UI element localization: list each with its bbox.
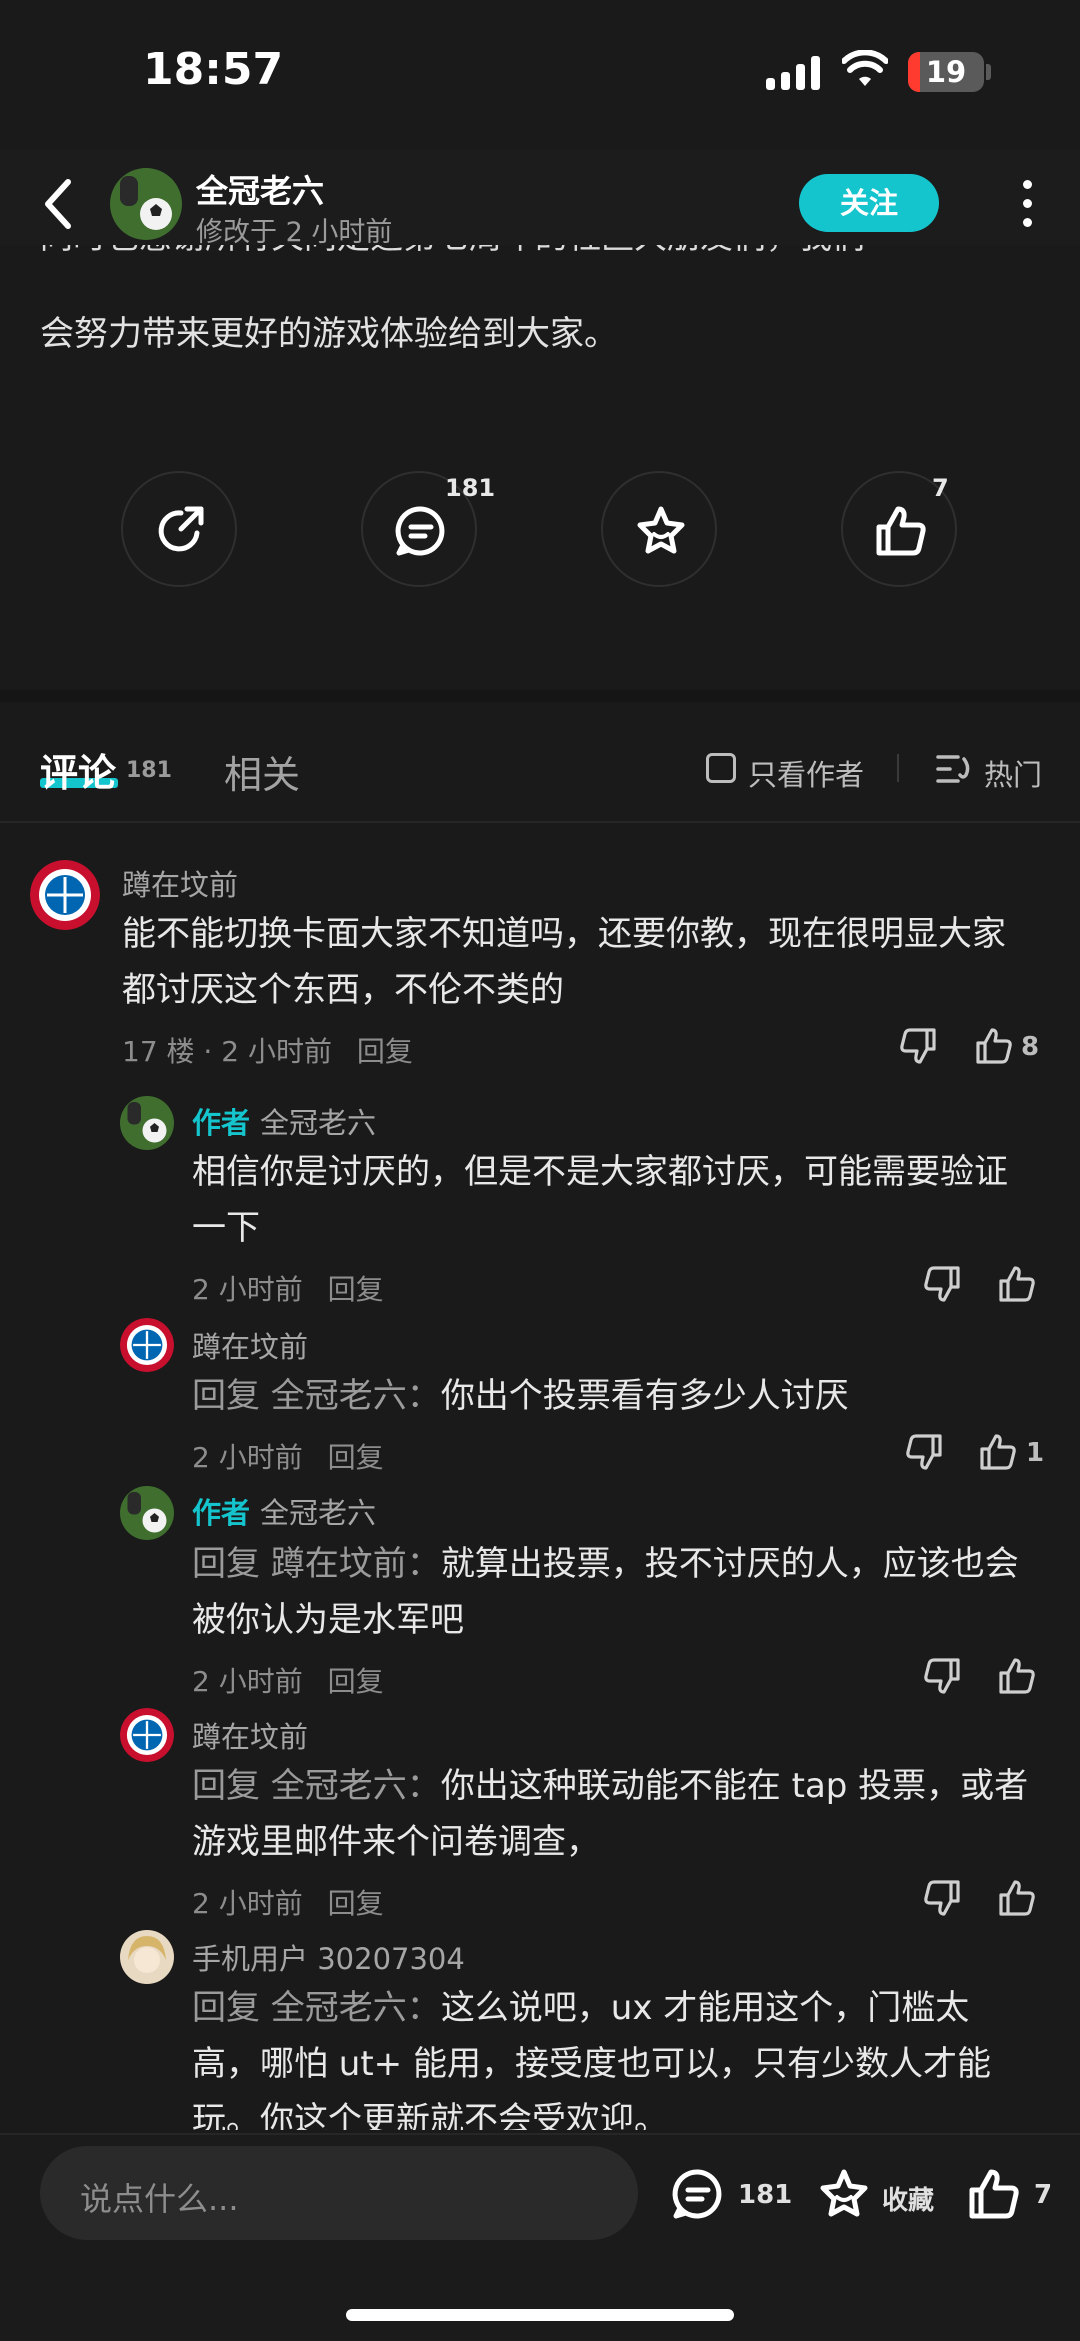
reply-prefix[interactable]: 回复 全冠老六： <box>192 1988 441 2028</box>
reply-avatar[interactable] <box>120 1708 174 1762</box>
tab-comments-count: 181 <box>126 758 172 783</box>
reply-text: 回复 蹲在坟前：就算出投票，投不讨厌的人，应该也会 被你认为是水军吧 <box>192 1544 1019 1640</box>
thumbs-up-icon[interactable] <box>997 1656 1037 1696</box>
tab-related[interactable]: 相关 <box>224 744 300 799</box>
sort-hot-label[interactable]: 热门 <box>984 752 1042 794</box>
comment-icon[interactable] <box>670 2166 726 2222</box>
reply-name[interactable]: 作者 全冠老六 <box>192 1490 376 1532</box>
thumbs-up-icon[interactable] <box>978 1432 1018 1472</box>
reply-prefix[interactable]: 回复 全冠老六： <box>192 1376 441 1416</box>
reply-meta: 2 小时前 回复 <box>192 1665 384 1698</box>
tabs-divider <box>0 821 1080 823</box>
commenter-avatar[interactable] <box>30 860 100 930</box>
thumbs-up-icon[interactable] <box>997 1264 1037 1304</box>
reply-link[interactable]: 回复 <box>328 1887 384 1920</box>
share-button[interactable] <box>121 471 237 587</box>
reply-meta: 2 小时前 回复 <box>192 1273 384 1306</box>
bottom-like-count: 7 <box>1034 2180 1053 2210</box>
reply-avatar[interactable] <box>120 1096 174 1150</box>
reply-name[interactable]: 蹲在坟前 <box>192 1324 308 1366</box>
reply-prefix[interactable]: 回复 蹲在坟前： <box>192 1544 441 1584</box>
thumbs-up-icon[interactable] <box>974 1026 1014 1066</box>
reply-text: 回复 全冠老六：你出这种联动能不能在 tap 投票，或者 游戏里邮件来个问卷调查… <box>192 1766 1029 1862</box>
thumbs-down-icon[interactable] <box>898 1026 938 1066</box>
reply-avatar[interactable] <box>120 1486 174 1540</box>
only-author-label[interactable]: 只看作者 <box>748 752 864 794</box>
status-time: 18:57 <box>143 44 284 95</box>
tab-comments[interactable]: 评论 <box>40 742 116 797</box>
filter-divider <box>897 754 899 782</box>
comment-floor-time: 17 楼 · 2 小时前 <box>122 1035 332 1068</box>
thumbs-up-icon[interactable] <box>997 1878 1037 1918</box>
home-indicator[interactable] <box>346 2309 734 2321</box>
reply-like-count: 1 <box>1026 1438 1045 1468</box>
like-count: 7 <box>932 474 949 502</box>
favorite-button[interactable] <box>601 471 717 587</box>
star-icon[interactable] <box>816 2166 872 2222</box>
thumbs-down-icon[interactable] <box>922 1264 962 1304</box>
thumbs-down-icon[interactable] <box>904 1432 944 1472</box>
reply-text: 回复 全冠老六：这么说吧，ux 才能用这个，门槛太 高，哪怕 ut+ 能用，接受… <box>192 1988 991 2130</box>
author-tag: 作者 <box>192 1106 251 1140</box>
only-author-checkbox[interactable] <box>706 753 736 783</box>
reply-text: 回复 全冠老六：你出个投票看有多少人讨厌 <box>192 1376 849 1416</box>
sort-icon[interactable] <box>936 753 972 785</box>
reply-avatar[interactable] <box>120 1930 174 1984</box>
reply-link[interactable]: 回复 <box>328 1441 384 1474</box>
comment-count: 181 <box>445 474 496 502</box>
article-text: 会努力带来更好的游戏体验给到大家。 <box>40 314 618 354</box>
reply-name[interactable]: 蹲在坟前 <box>192 1714 308 1756</box>
battery-indicator: 19 <box>908 52 984 92</box>
wifi-icon <box>842 50 888 86</box>
reply-name[interactable]: 手机用户 30207304 <box>192 1936 465 1978</box>
comment-icon <box>395 506 445 556</box>
battery-cap <box>986 64 991 80</box>
comment-meta: 17 楼 · 2 小时前 回复 <box>122 1030 413 1070</box>
cellular-signal-icon <box>766 56 820 90</box>
share-icon <box>158 506 204 552</box>
reply-text: 相信你是讨厌的，但是不是大家都讨厌，可能需要验证 一下 <box>192 1152 1008 1248</box>
bottom-comment-count: 181 <box>738 2180 793 2210</box>
favorite-label[interactable]: 收藏 <box>882 2180 934 2217</box>
modified-time: 修改于 2 小时前 <box>196 217 393 248</box>
back-icon[interactable] <box>34 172 84 236</box>
thumbs-up-icon[interactable] <box>966 2166 1022 2222</box>
reply-name[interactable]: 作者 全冠老六 <box>192 1100 376 1142</box>
author-avatar[interactable] <box>110 168 182 240</box>
reply-meta: 2 小时前 回复 <box>192 1887 384 1920</box>
follow-button[interactable]: 关注 <box>799 174 939 232</box>
comment-input-placeholder[interactable]: 说点什么... <box>80 2174 239 2220</box>
section-divider <box>0 690 1080 702</box>
reply-link[interactable]: 回复 <box>328 1273 384 1306</box>
author-name[interactable]: 全冠老六 <box>196 166 324 212</box>
reply-link[interactable]: 回复 <box>328 1665 384 1698</box>
comment-like-count: 8 <box>1021 1032 1040 1062</box>
reply-meta: 2 小时前 回复 <box>192 1441 384 1474</box>
more-icon[interactable] <box>1012 180 1042 228</box>
reply-prefix[interactable]: 回复 全冠老六： <box>192 1766 441 1806</box>
comment-text: 能不能切换卡面大家不知道吗，还要你教，现在很明显大家 都讨厌这个东西，不伦不类的 <box>122 914 1006 1010</box>
star-icon <box>637 506 685 554</box>
thumbs-up-icon <box>876 506 926 556</box>
author-tag: 作者 <box>192 1496 251 1530</box>
commenter-name[interactable]: 蹲在坟前 <box>122 862 238 904</box>
article-text-cut: 同时也感谢所有关同定选第七周年的社区大朋友们，我们 <box>40 244 1050 260</box>
reply-avatar[interactable] <box>120 1318 174 1372</box>
reply-link[interactable]: 回复 <box>357 1035 413 1068</box>
thumbs-down-icon[interactable] <box>922 1656 962 1696</box>
thumbs-down-icon[interactable] <box>922 1878 962 1918</box>
